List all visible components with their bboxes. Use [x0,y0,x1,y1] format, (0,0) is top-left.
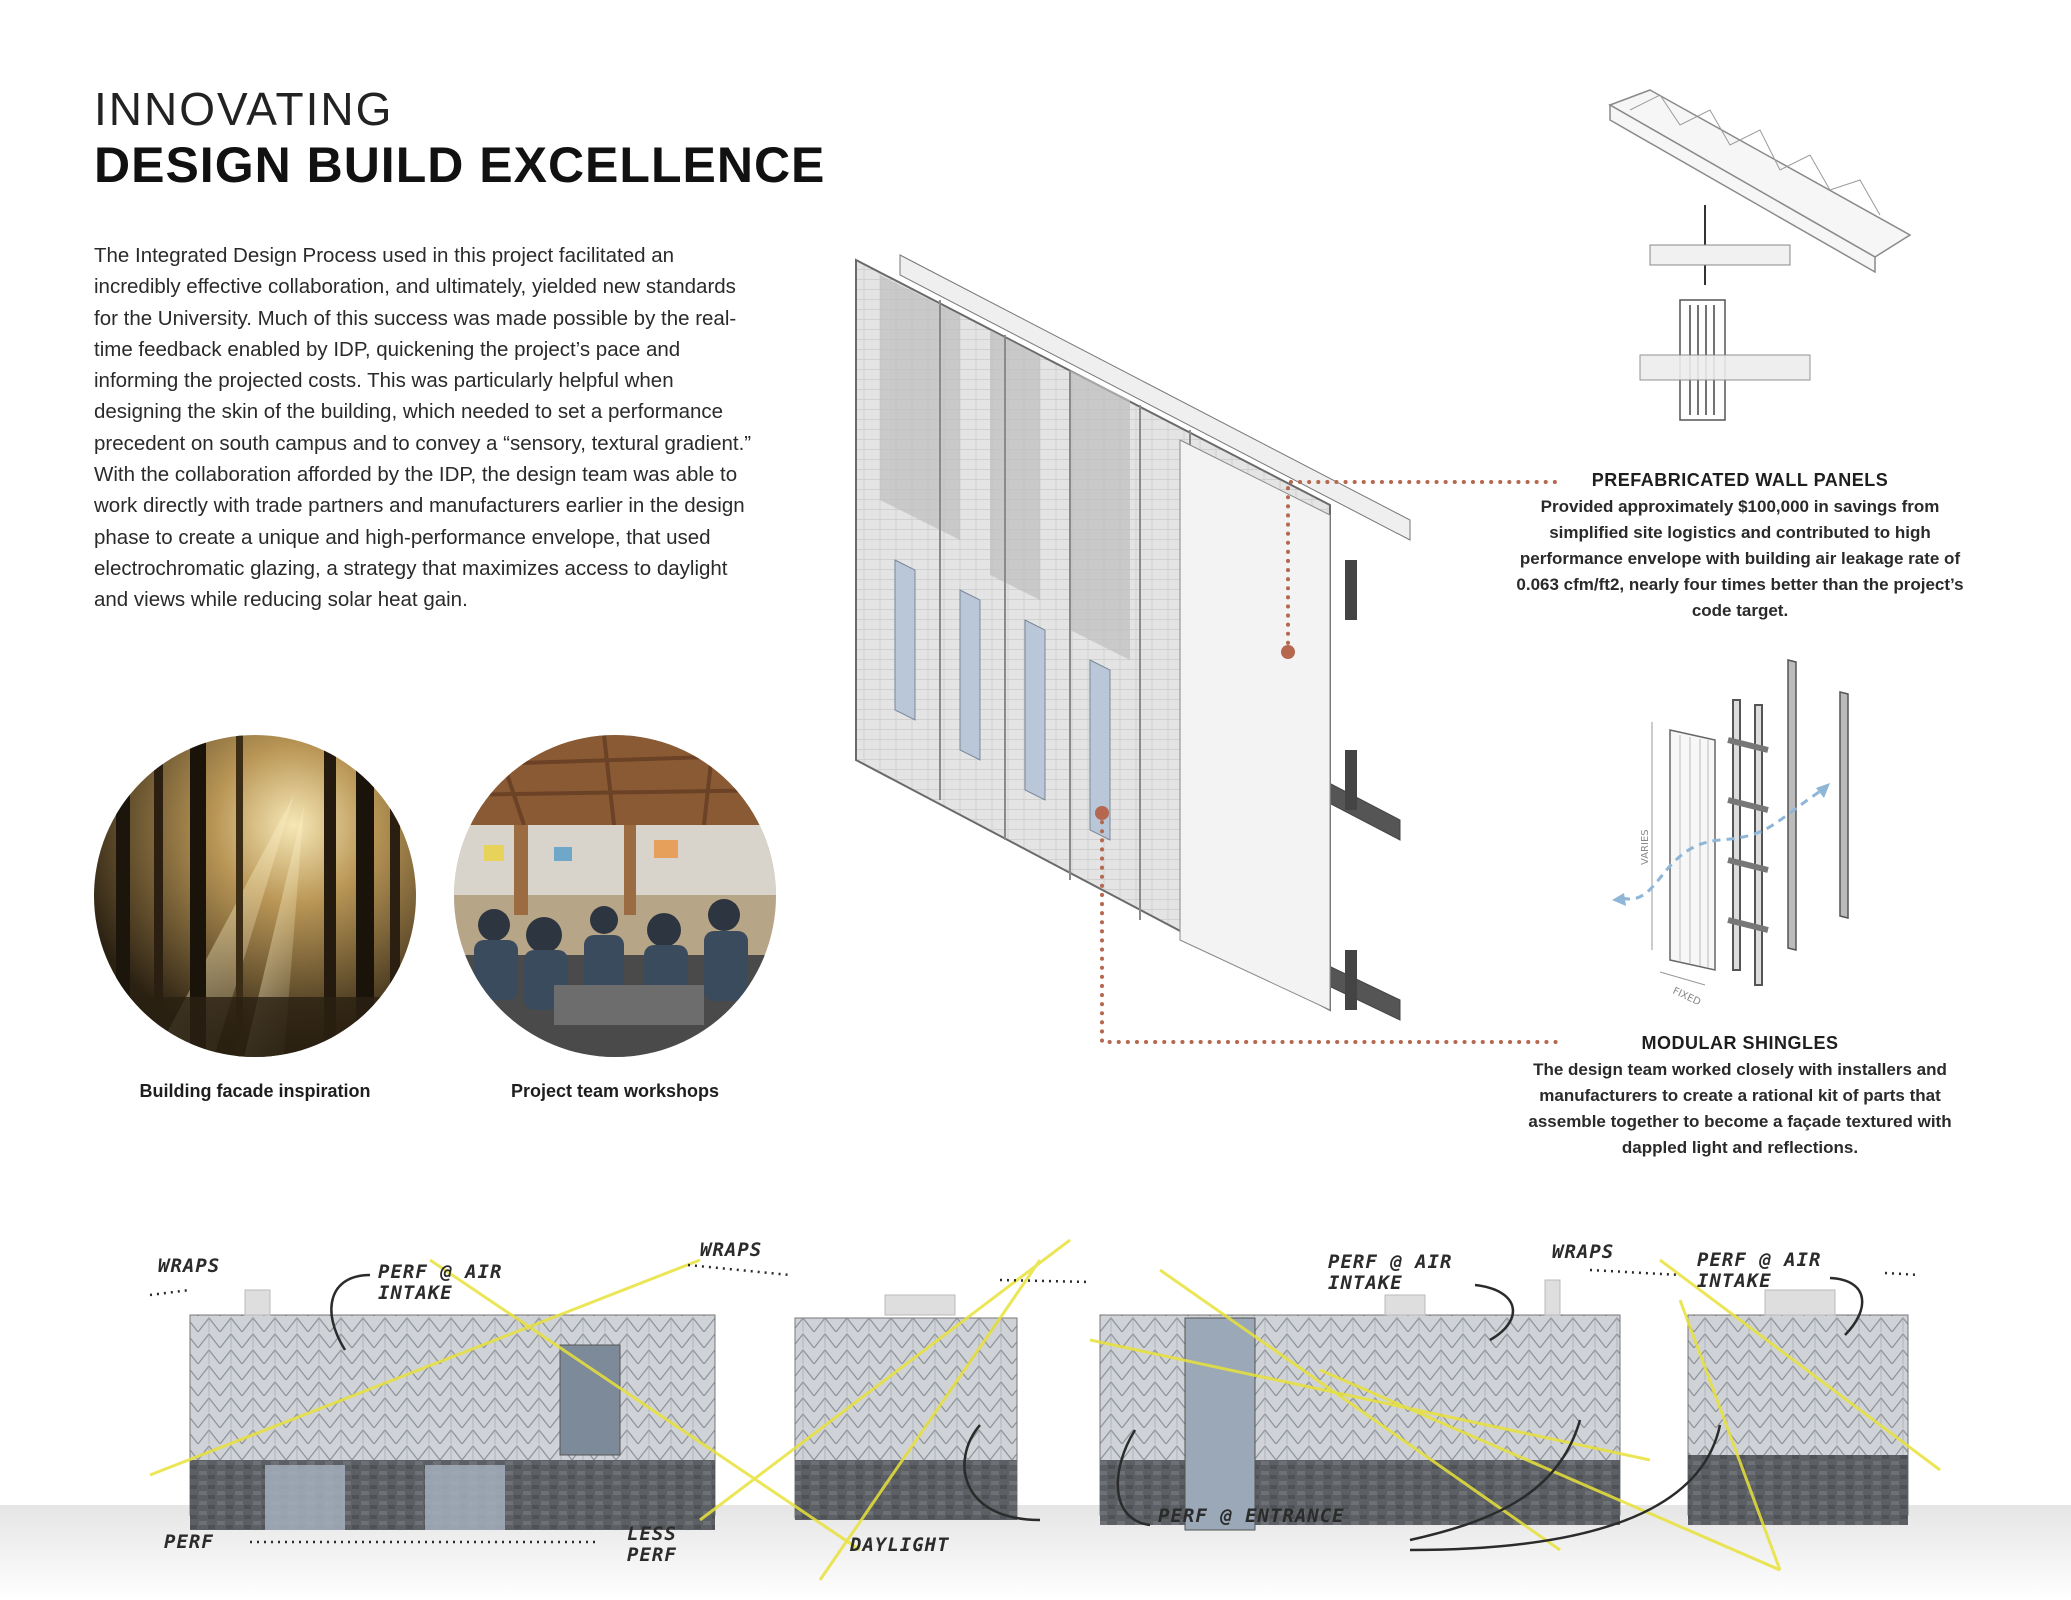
varies-label: VARIES [1640,829,1651,865]
annotation-perf: PERF [164,1531,214,1553]
panel-install-diagram [1608,89,1912,421]
annotation-wraps-center: WRAPS [700,1239,763,1261]
annotation-daylight: DAYLIGHT [850,1534,950,1556]
annotation-wraps-right: WRAPS [1552,1241,1615,1263]
annotation-wraps-left: WRAPS [158,1255,221,1277]
wall-panels-heading: PREFABRICATED WALL PANELS [1591,470,1889,490]
annotation-perf-air-intake-center: PERF @ AIR INTAKE [1328,1251,1453,1294]
fixed-label: FIXED [1671,986,1703,1009]
annotation-less-perf: LESS PERF [627,1523,677,1566]
annotation-perf-entrance: PERF @ ENTRANCE [1158,1505,1345,1527]
shingles-description: The design team worked closely with inst… [1528,1060,1952,1157]
wall-panels-description: Provided approximately $100,000 in savin… [1516,497,1964,620]
annotation-perf-air-intake-right: PERF @ AIR INTAKE [1697,1249,1822,1292]
shingle-kit-diagram: VARIES FIXED [1612,659,1849,1009]
annotation-perf-air-intake-left: PERF @ AIR INTAKE [378,1261,503,1304]
shingles-heading: MODULAR SHINGLES [1641,1033,1839,1053]
